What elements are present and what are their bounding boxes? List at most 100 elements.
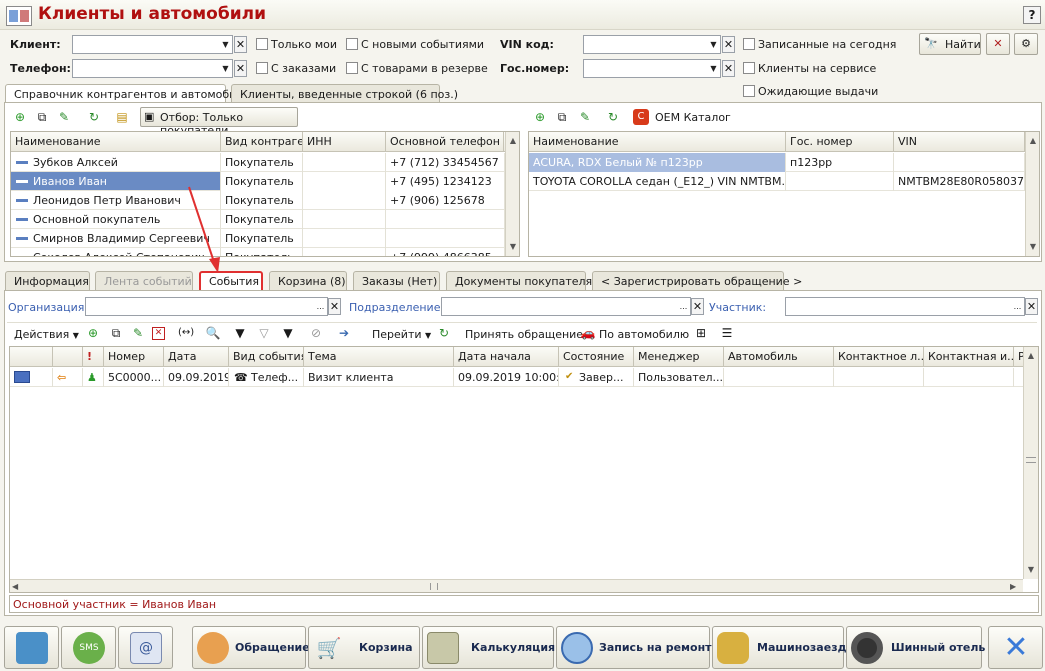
tree-icon[interactable]: ⊞ bbox=[693, 325, 709, 341]
by-car-button[interactable]: По автомобилю bbox=[599, 328, 689, 341]
copy-icon[interactable]: ⧉ bbox=[108, 325, 124, 341]
tab-event-feed[interactable]: Лента событий bbox=[95, 271, 193, 290]
table-row[interactable]: TOYOTA COROLLA седан (_E12_) VIN NMTBM..… bbox=[529, 172, 1025, 191]
col-icon[interactable] bbox=[10, 347, 53, 367]
hierarchy-icon[interactable]: ▤ bbox=[114, 109, 130, 125]
refresh-icon[interactable]: ↻ bbox=[86, 109, 102, 125]
table-row[interactable]: Зубков Алксей Покупатель +7 (712) 334545… bbox=[11, 153, 505, 172]
tab-cart[interactable]: Корзина (8) bbox=[269, 271, 347, 290]
more-icon[interactable]: ... bbox=[1011, 298, 1024, 315]
edit-icon[interactable]: ✎ bbox=[130, 325, 146, 341]
awaiting-checkbox[interactable] bbox=[743, 85, 755, 97]
help-button[interactable]: ? bbox=[1023, 6, 1041, 24]
tire-hotel-button[interactable]: Шинный отель bbox=[846, 626, 985, 669]
only-mine-checkbox[interactable] bbox=[256, 38, 268, 50]
scroll-thumb[interactable] bbox=[430, 583, 438, 590]
refresh-icon[interactable]: ↻ bbox=[436, 325, 452, 341]
scroll-left-icon[interactable]: ◀ bbox=[12, 580, 18, 592]
col-topic[interactable]: Тема bbox=[304, 347, 454, 367]
org-field[interactable]: ... bbox=[85, 297, 328, 316]
cart-button[interactable]: 🛒 Корзина bbox=[308, 626, 420, 669]
events-vscroll[interactable]: ▲ ▼ bbox=[1023, 347, 1038, 579]
filter-list-icon[interactable]: ▼ bbox=[280, 325, 296, 341]
scroll-up-icon[interactable]: ▲ bbox=[506, 134, 519, 148]
col-state[interactable]: Состояние bbox=[559, 347, 634, 367]
export-icon[interactable]: ➔ bbox=[336, 325, 352, 341]
scroll-down-icon[interactable]: ▼ bbox=[1026, 240, 1039, 254]
participant-field[interactable]: ... bbox=[785, 297, 1025, 316]
events-hscroll[interactable]: ◀ ▶ bbox=[10, 579, 1023, 592]
table-row[interactable]: Леонидов Петр Иванович Покупатель +7 (90… bbox=[11, 191, 505, 210]
edit-icon[interactable]: ✎ bbox=[56, 109, 72, 125]
edit-icon[interactable]: ✎ bbox=[577, 109, 593, 125]
calculation-button[interactable]: Калькуляция bbox=[422, 626, 555, 669]
table-row[interactable]: ⇦ ♟ 5С0000... 09.09.2019 Телеф... Визит … bbox=[10, 368, 1023, 387]
org-clear-button[interactable]: ✕ bbox=[328, 298, 341, 315]
list-icon[interactable]: ☰ bbox=[719, 325, 735, 341]
table-row[interactable]: Смирнов Владимир Сергеевич Покупатель bbox=[11, 229, 505, 248]
request-button[interactable]: Обращение bbox=[192, 626, 310, 669]
chevron-down-icon[interactable]: ▼ bbox=[219, 60, 232, 77]
client-clear-button[interactable]: ✕ bbox=[234, 36, 247, 53]
col-date[interactable]: Дата bbox=[164, 347, 229, 367]
copy-icon[interactable]: ⧉ bbox=[554, 109, 570, 125]
booked-today-checkbox[interactable] bbox=[743, 38, 755, 50]
client-combo[interactable]: ▼ bbox=[72, 35, 233, 54]
scroll-right-icon[interactable]: ▶ bbox=[1010, 580, 1016, 592]
scroll-down-icon[interactable]: ▼ bbox=[1024, 563, 1038, 577]
goto-menu[interactable]: Перейти ▼ bbox=[372, 328, 431, 341]
add-icon[interactable]: ⊕ bbox=[532, 109, 548, 125]
tab-information[interactable]: Информация bbox=[5, 271, 90, 290]
col-important[interactable]: ! bbox=[83, 347, 104, 367]
table-row[interactable]: Соколов Алексей Степанович Покупатель +7… bbox=[11, 248, 505, 256]
scroll-thumb[interactable] bbox=[1026, 457, 1036, 463]
chevron-down-icon[interactable]: ▼ bbox=[707, 60, 720, 77]
col-vin[interactable]: VIN bbox=[894, 132, 1025, 152]
col-name[interactable]: Наименование bbox=[11, 132, 221, 152]
add-icon[interactable]: ⊕ bbox=[12, 109, 28, 125]
col-inn[interactable]: ИНН bbox=[303, 132, 386, 152]
col-type[interactable]: Вид контраге... bbox=[221, 132, 303, 152]
col-car[interactable]: Автомобиль bbox=[724, 347, 834, 367]
col-phone[interactable]: Основной телефон bbox=[386, 132, 504, 152]
oem-catalog-label[interactable]: OEM Каталог bbox=[655, 111, 731, 124]
more-icon[interactable]: ... bbox=[314, 298, 327, 315]
tab-orders[interactable]: Заказы (Нет) bbox=[353, 271, 440, 290]
dept-field[interactable]: ... bbox=[441, 297, 691, 316]
col-plate[interactable]: Гос. номер bbox=[786, 132, 894, 152]
vin-combo[interactable]: ▼ bbox=[583, 35, 721, 54]
email-button[interactable]: @ bbox=[118, 626, 173, 669]
chevron-down-icon[interactable]: ▼ bbox=[707, 36, 720, 53]
filter-buyers-button[interactable]: ▣ Отбор: Только покупатели bbox=[140, 107, 298, 137]
interval-icon[interactable]: (↔) bbox=[178, 325, 194, 341]
vin-clear-button[interactable]: ✕ bbox=[722, 36, 735, 53]
car-arrival-button[interactable]: Машинозаезд bbox=[712, 626, 846, 669]
col-kind[interactable]: Вид события bbox=[229, 347, 304, 367]
cars-scrollbar[interactable]: ▲ ▼ bbox=[1025, 132, 1039, 256]
scroll-up-icon[interactable]: ▲ bbox=[1024, 349, 1038, 363]
table-row[interactable]: Основной покупатель Покупатель bbox=[11, 210, 505, 229]
col-direction[interactable] bbox=[53, 347, 83, 367]
plate-clear-button[interactable]: ✕ bbox=[722, 60, 735, 77]
sms-button[interactable]: SMS bbox=[61, 626, 116, 669]
filter-icon[interactable]: ▼ bbox=[232, 325, 248, 341]
chevron-down-icon[interactable]: ▼ bbox=[219, 36, 232, 53]
phone-clear-button[interactable]: ✕ bbox=[234, 60, 247, 77]
with-orders-checkbox[interactable] bbox=[256, 62, 268, 74]
scroll-up-icon[interactable]: ▲ bbox=[1026, 134, 1039, 148]
dept-clear-button[interactable]: ✕ bbox=[691, 298, 704, 315]
accept-request-button[interactable]: Принять обращение bbox=[465, 328, 583, 341]
call-button[interactable] bbox=[4, 626, 59, 669]
close-button[interactable]: ✕ bbox=[988, 626, 1043, 669]
participant-clear-button[interactable]: ✕ bbox=[1025, 298, 1038, 315]
actions-menu[interactable]: Действия ▼ bbox=[14, 328, 79, 341]
oem-catalog-icon[interactable]: C bbox=[633, 109, 649, 125]
refresh-icon[interactable]: ↻ bbox=[605, 109, 621, 125]
plate-combo[interactable]: ▼ bbox=[583, 59, 721, 78]
tab-clients-string[interactable]: Клиенты, введенные строкой (6 поз.) bbox=[231, 84, 458, 103]
col-contact-info[interactable]: Контактная и... bbox=[924, 347, 1014, 367]
delete-icon[interactable]: ✕ bbox=[152, 327, 165, 340]
tab-contractors[interactable]: Справочник контрагентов и автомобилей bbox=[5, 84, 257, 103]
copy-icon[interactable]: ⧉ bbox=[34, 109, 50, 125]
clients-scrollbar[interactable]: ▲ ▼ bbox=[505, 132, 519, 256]
